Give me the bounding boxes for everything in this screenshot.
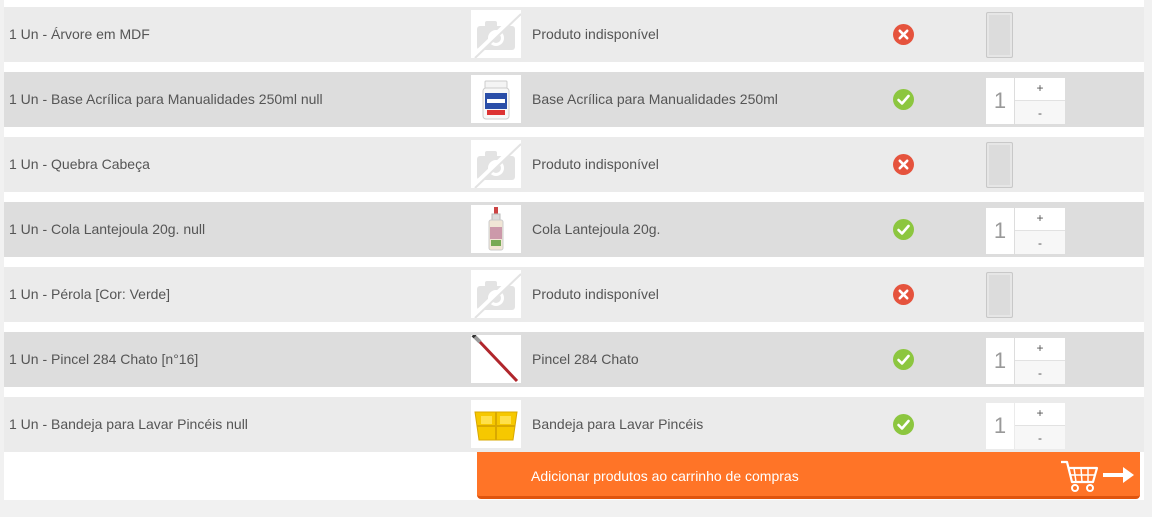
no-photo-icon — [471, 10, 521, 58]
increase-button[interactable]: + — [1015, 338, 1065, 361]
list-item: 1 Un - Pérola [Cor: Verde] Produto indis… — [4, 267, 1144, 322]
list-item: 1 Un - Pincel 284 Chato [n°16] Pincel 28… — [4, 332, 1144, 387]
requested-item: 1 Un - Cola Lantejoula 20g. null — [9, 221, 206, 237]
product-name: Base Acrílica para Manualidades 250ml — [532, 91, 778, 107]
quantity-stepper: + - — [1015, 208, 1065, 254]
available-icon — [893, 89, 914, 110]
decrease-button[interactable]: - — [1015, 361, 1065, 384]
product-name: Produto indisponível — [532, 286, 659, 302]
no-photo-icon — [471, 140, 521, 188]
available-icon — [893, 414, 914, 435]
unavailable-icon — [893, 24, 914, 45]
requested-item: 1 Un - Bandeja para Lavar Pincéis null — [9, 416, 248, 432]
decrease-button[interactable]: - — [1015, 231, 1065, 254]
paint-brush — [471, 335, 521, 383]
unavailable-icon — [893, 154, 914, 175]
add-to-cart-button[interactable]: Adicionar produtos ao carrinho de compra… — [477, 452, 1140, 499]
quantity-disabled — [986, 142, 1013, 188]
list-item: 1 Un - Bandeja para Lavar Pincéis null B… — [4, 397, 1144, 452]
shopping-cart-arrow-icon — [1059, 458, 1135, 497]
product-name: Bandeja para Lavar Pincéis — [532, 416, 704, 432]
quantity-disabled — [986, 272, 1013, 318]
quantity-disabled — [986, 12, 1013, 58]
quantity-input[interactable]: 1 — [986, 403, 1014, 449]
product-name: Produto indisponível — [532, 26, 659, 42]
quantity-stepper: + - — [1015, 78, 1065, 124]
quantity-input[interactable]: 1 — [986, 208, 1014, 254]
unavailable-icon — [893, 284, 914, 305]
requested-item: 1 Un - Pérola [Cor: Verde] — [9, 286, 171, 302]
increase-button[interactable]: + — [1015, 208, 1065, 231]
decrease-button[interactable]: - — [1015, 101, 1065, 124]
add-to-cart-label: Adicionar produtos ao carrinho de compra… — [531, 468, 799, 484]
requested-item: 1 Un - Árvore em MDF — [9, 26, 150, 42]
list-item: 1 Un - Quebra Cabeça Produto indisponíve… — [4, 137, 1144, 192]
requested-item: 1 Un - Pincel 284 Chato [n°16] — [9, 351, 199, 367]
quantity-input[interactable]: 1 — [986, 78, 1014, 124]
quantity-stepper: + - — [1015, 338, 1065, 384]
glue-bottle — [471, 205, 521, 253]
list-item: 1 Un - Cola Lantejoula 20g. null Cola La… — [4, 202, 1144, 257]
available-icon — [893, 219, 914, 240]
list-item: 1 Un - Árvore em MDF Produto indisponíve… — [4, 7, 1144, 62]
list-item: 1 Un - Base Acrílica para Manualidades 2… — [4, 72, 1144, 127]
product-name: Pincel 284 Chato — [532, 351, 639, 367]
acrylic-base-jar — [471, 75, 521, 123]
requested-item: 1 Un - Base Acrílica para Manualidades 2… — [9, 91, 323, 107]
quantity-stepper: + - — [1015, 403, 1065, 449]
increase-button[interactable]: + — [1015, 403, 1065, 426]
increase-button[interactable]: + — [1015, 78, 1065, 101]
available-icon — [893, 349, 914, 370]
product-name: Cola Lantejoula 20g. — [532, 221, 661, 237]
no-photo-icon — [471, 270, 521, 318]
yellow-tray — [471, 400, 521, 448]
quantity-input[interactable]: 1 — [986, 338, 1014, 384]
requested-item: 1 Un - Quebra Cabeça — [9, 156, 150, 172]
product-name: Produto indisponível — [532, 156, 659, 172]
decrease-button[interactable]: - — [1015, 426, 1065, 449]
